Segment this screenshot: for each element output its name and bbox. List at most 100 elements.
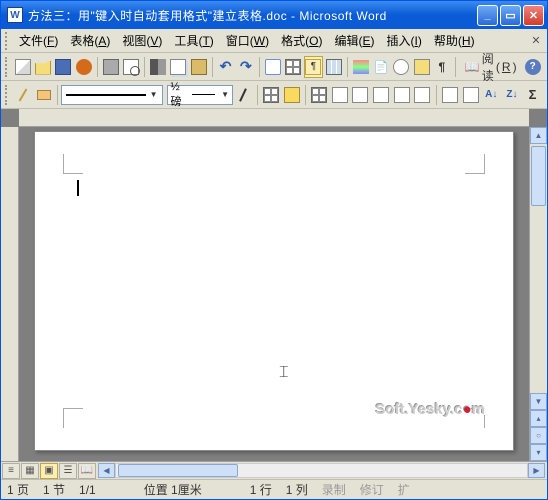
distribute-cols-button[interactable]: [413, 84, 432, 106]
redo-button[interactable]: ↷: [237, 56, 255, 78]
vertical-ruler[interactable]: [1, 127, 19, 461]
status-track[interactable]: 修订: [360, 481, 384, 498]
permission-button[interactable]: [74, 56, 92, 78]
status-page: 1 页: [7, 481, 29, 498]
normal-view-button[interactable]: ≡: [2, 463, 20, 479]
open-button[interactable]: [34, 56, 52, 78]
reading-view-button[interactable]: 📖: [78, 463, 96, 479]
document-canvas[interactable]: ⌶ Soft.Yesky.c●m: [19, 127, 529, 461]
outline-view-button[interactable]: ☰: [59, 463, 77, 479]
document-page[interactable]: ⌶ Soft.Yesky.c●m: [34, 131, 514, 451]
split-icon: [352, 87, 368, 103]
print-button[interactable]: [102, 56, 120, 78]
dropdown-arrow-icon: ▼: [150, 90, 158, 99]
hscroll-track[interactable]: [115, 463, 528, 478]
scroll-track[interactable]: [530, 144, 547, 393]
window-title: 方法三：用"键入时自动套用格式"建立表格.doc - Microsoft Wor…: [28, 7, 477, 24]
drawing-icon: [353, 60, 369, 74]
help-button[interactable]: ?: [524, 56, 542, 78]
show-hide-button[interactable]: ¶: [304, 56, 322, 78]
web-view-button[interactable]: ▦: [21, 463, 39, 479]
horizontal-ruler[interactable]: [19, 109, 529, 127]
sort-desc-button[interactable]: Z↓: [503, 84, 522, 106]
border-color-button[interactable]: [234, 84, 253, 106]
reading-layout-button[interactable]: 📖 阅读(R): [460, 56, 522, 78]
scroll-right-button[interactable]: ▶: [528, 463, 545, 478]
menubar-grip[interactable]: [5, 32, 9, 50]
permission-icon: [76, 59, 92, 75]
copy-icon: [170, 59, 186, 75]
paragraph-marks-button[interactable]: ¶: [433, 56, 451, 78]
maximize-button[interactable]: ▭: [500, 5, 521, 26]
browse-prev-button[interactable]: ▴: [530, 410, 547, 427]
redo-icon: ↷: [240, 58, 252, 75]
minimize-button[interactable]: _: [477, 5, 498, 26]
browse-object-button[interactable]: ○: [530, 427, 547, 444]
copy-button[interactable]: [169, 56, 187, 78]
tables-borders-button[interactable]: [284, 56, 302, 78]
autosum-button[interactable]: Σ: [523, 84, 542, 106]
align-icon: [373, 87, 389, 103]
status-extend[interactable]: 扩: [398, 481, 410, 498]
hyperlink-button[interactable]: [264, 56, 282, 78]
new-button[interactable]: [14, 56, 32, 78]
vertical-scrollbar[interactable]: ▲ ▼ ▴ ○ ▾: [529, 127, 547, 461]
print-preview-button[interactable]: [122, 56, 140, 78]
menu-view[interactable]: 视图(V): [116, 30, 168, 51]
open-icon: [35, 59, 51, 75]
autoformat-icon: [442, 87, 458, 103]
menu-table[interactable]: 表格(A): [64, 30, 116, 51]
menu-tools[interactable]: 工具(T): [168, 30, 219, 51]
zoom-button[interactable]: [392, 56, 410, 78]
insert-table-button[interactable]: [310, 84, 329, 106]
undo-button[interactable]: ↶: [216, 56, 234, 78]
toolbar1-grip[interactable]: [5, 57, 9, 77]
word-window: W 方法三：用"键入时自动套用格式"建立表格.doc - Microsoft W…: [0, 0, 548, 500]
browse-next-button[interactable]: ▾: [530, 444, 547, 461]
menubar: 文件(F) 表格(A) 视图(V) 工具(T) 窗口(W) 格式(O) 编辑(E…: [1, 29, 547, 53]
eraser-button[interactable]: [34, 84, 53, 106]
save-button[interactable]: [54, 56, 72, 78]
align-button[interactable]: [372, 84, 391, 106]
split-cells-button[interactable]: [351, 84, 370, 106]
sort-asc-button[interactable]: A↓: [482, 84, 501, 106]
hscroll-thumb[interactable]: [118, 464, 238, 477]
paste-button[interactable]: [189, 56, 207, 78]
draw-table-button[interactable]: [14, 84, 33, 106]
menu-help[interactable]: 帮助(H): [428, 30, 481, 51]
ruler-button[interactable]: [412, 56, 430, 78]
drawing-button[interactable]: [352, 56, 370, 78]
menu-window[interactable]: 窗口(W): [220, 30, 275, 51]
menu-file[interactable]: 文件(F): [13, 30, 64, 51]
merge-cells-button[interactable]: [330, 84, 349, 106]
scroll-left-button[interactable]: ◀: [98, 463, 115, 478]
titlebar[interactable]: W 方法三：用"键入时自动套用格式"建立表格.doc - Microsoft W…: [1, 1, 547, 29]
change-direction-button[interactable]: [461, 84, 480, 106]
outside-border-button[interactable]: [262, 84, 281, 106]
doc-map-button[interactable]: 📄: [372, 56, 390, 78]
table-autoformat-button[interactable]: [441, 84, 460, 106]
scroll-up-button[interactable]: ▲: [530, 127, 547, 144]
line-style-combo[interactable]: ▼: [61, 85, 163, 105]
columns-button[interactable]: [325, 56, 343, 78]
status-pages: 1/1: [79, 483, 96, 497]
cut-button[interactable]: [149, 56, 167, 78]
print-layout-view-button[interactable]: ▣: [40, 463, 58, 479]
menu-format[interactable]: 格式(O): [275, 30, 328, 51]
close-button[interactable]: ✕: [523, 5, 544, 26]
distribute-rows-button[interactable]: [392, 84, 411, 106]
status-record[interactable]: 录制: [322, 481, 346, 498]
line-weight-combo[interactable]: ½ 磅 ▼: [167, 85, 233, 105]
menu-edit[interactable]: 编辑(E): [328, 30, 380, 51]
distribute-cols-icon: [414, 87, 430, 103]
horizontal-scrollbar[interactable]: ◀ ▶: [98, 463, 545, 478]
scroll-thumb[interactable]: [531, 146, 546, 206]
doc-close-button[interactable]: ✕: [529, 33, 543, 47]
menu-insert[interactable]: 插入(I): [381, 30, 428, 51]
table-icon: [311, 87, 327, 103]
margin-marker-bl: [63, 408, 83, 428]
scroll-down-button[interactable]: ▼: [530, 393, 547, 410]
toolbar2-grip[interactable]: [5, 85, 9, 105]
shading-color-button[interactable]: [282, 84, 301, 106]
map-icon: 📄: [374, 60, 389, 74]
